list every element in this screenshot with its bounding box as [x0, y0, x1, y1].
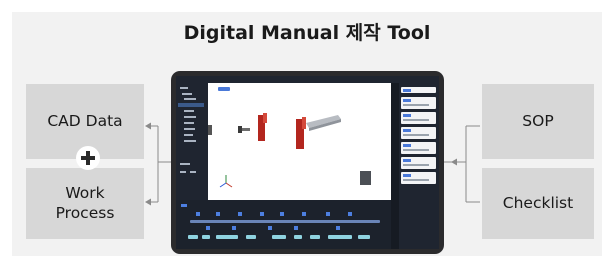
- arrow-left-icon: [145, 198, 151, 206]
- tablet-device: [171, 71, 444, 254]
- arrow-left-icon: [145, 122, 151, 130]
- step-list-panel: [391, 83, 439, 249]
- app-titlebar: [176, 76, 439, 83]
- arrow-left-icon: [451, 158, 457, 166]
- 3d-viewport: [208, 83, 391, 200]
- cad-model-parts: [208, 113, 371, 188]
- tool-screen: [176, 76, 439, 249]
- model-tree-panel: [176, 83, 208, 200]
- timeline-panel: [176, 200, 391, 249]
- right-connector: [444, 125, 480, 203]
- left-connector: [148, 125, 171, 203]
